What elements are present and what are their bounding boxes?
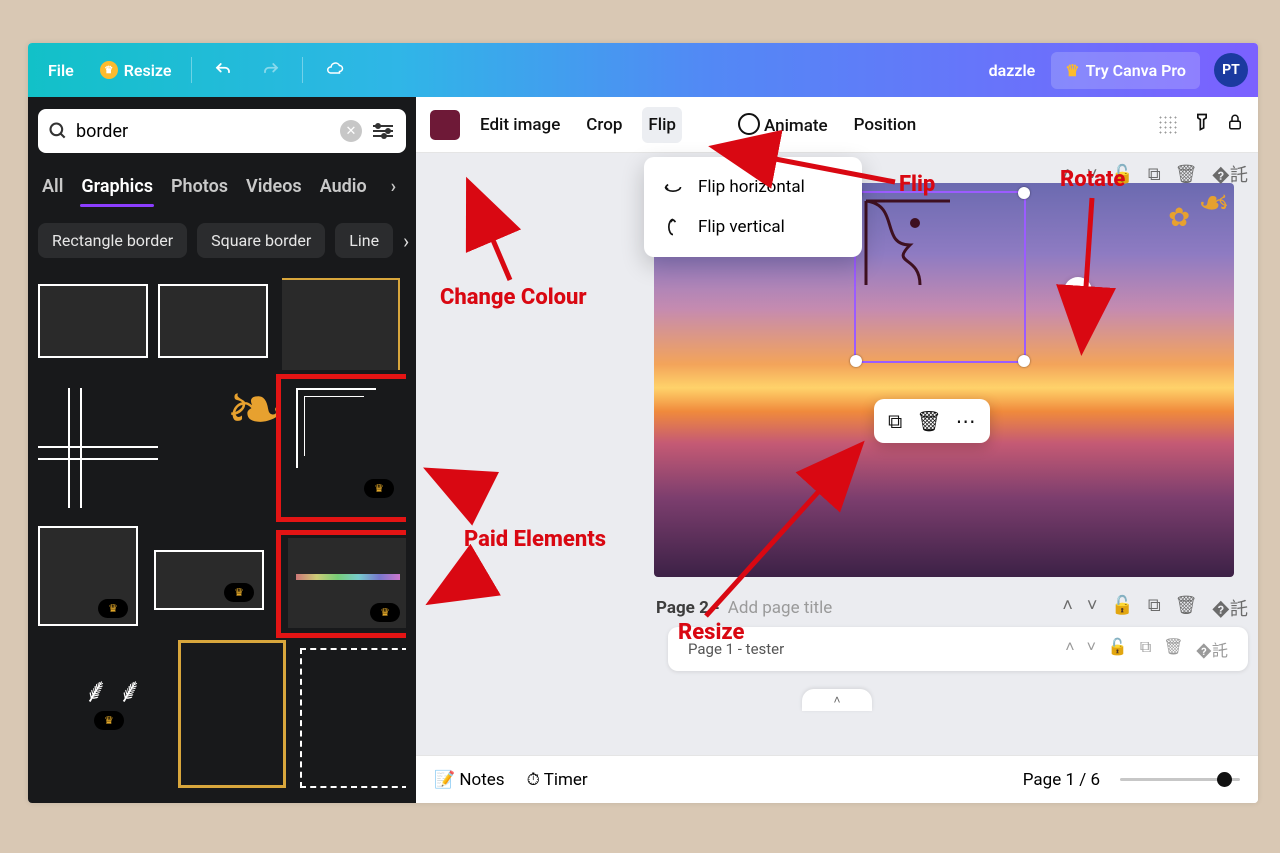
flip-dropdown: Flip horizontal Flip vertical xyxy=(644,157,862,257)
try-pro-button[interactable]: Try Canva Pro xyxy=(1051,52,1200,89)
tab-photos[interactable]: Photos xyxy=(171,176,228,197)
element-thumb[interactable] xyxy=(282,278,400,370)
flip-button[interactable]: Flip xyxy=(642,107,682,143)
avatar[interactable]: PT xyxy=(1214,53,1248,87)
resize-button[interactable]: Resize xyxy=(90,53,182,88)
flip-horizontal-item[interactable]: Flip horizontal xyxy=(644,167,862,207)
element-thumb[interactable] xyxy=(38,526,138,626)
duplicate-icon[interactable]: ⧉ xyxy=(1148,595,1161,621)
add-page-icon[interactable]: �託 xyxy=(1212,161,1248,187)
document-name[interactable]: dazzle xyxy=(979,53,1046,88)
style-copy-icon[interactable] xyxy=(1192,111,1212,138)
add-page-icon[interactable]: �託 xyxy=(1196,637,1228,661)
expand-strip-icon[interactable]: ˄ xyxy=(802,689,872,711)
crown-icon xyxy=(100,61,118,79)
animate-icon xyxy=(738,113,760,135)
divider xyxy=(302,57,303,83)
search-box[interactable]: ✕ xyxy=(38,109,406,153)
annotation-box xyxy=(276,374,406,522)
topbar: File Resize dazzle Try Canva Pro PT xyxy=(28,43,1258,97)
page-up-icon[interactable]: ˄ xyxy=(1065,637,1074,661)
canvas-panel: Edit image Crop Flip Animate Position Fl… xyxy=(416,97,1258,803)
paid-badge-icon xyxy=(98,599,128,618)
elements-grid: ❧ ⸙ ⸙ xyxy=(38,278,406,803)
element-thumb[interactable] xyxy=(154,550,264,610)
pills-more-icon[interactable]: › xyxy=(403,229,409,253)
animate-button[interactable]: Animate xyxy=(732,105,834,144)
filter-icon[interactable] xyxy=(370,125,396,137)
page-up-icon[interactable]: ˄ xyxy=(1062,164,1073,185)
position-button[interactable]: Position xyxy=(848,107,923,143)
page-up-icon[interactable]: ˄ xyxy=(1062,595,1073,621)
divider xyxy=(191,57,192,83)
element-thumb[interactable] xyxy=(158,284,268,358)
lock-icon[interactable] xyxy=(1226,112,1244,137)
cloud-sync-icon[interactable] xyxy=(313,53,357,87)
page-count[interactable]: Page 1 / 6 xyxy=(1023,770,1100,790)
paid-badge-icon xyxy=(224,583,254,602)
notes-button[interactable]: 📝 Notes xyxy=(434,770,505,790)
file-menu[interactable]: File xyxy=(38,53,84,88)
flip-vertical-item[interactable]: Flip vertical xyxy=(644,207,862,247)
page-down-icon[interactable]: ˅ xyxy=(1087,637,1096,661)
tab-audio[interactable]: Audio xyxy=(320,176,367,197)
page-controls: ˄ ˅ 🔓 ⧉ 🗑 �託 xyxy=(1062,161,1248,187)
floating-toolbar: ⧉ 🗑 ⋯ xyxy=(874,399,990,443)
tabs-more-icon[interactable]: › xyxy=(385,173,402,199)
search-input[interactable] xyxy=(76,121,332,142)
category-tabs: All Graphics Photos Videos Audio › xyxy=(42,173,402,199)
undo-button[interactable] xyxy=(202,53,244,87)
element-thumb[interactable]: ❧ xyxy=(166,380,286,500)
tab-videos[interactable]: Videos xyxy=(246,176,302,197)
page-down-icon[interactable]: ˅ xyxy=(1087,595,1098,621)
page-title-input[interactable]: Add page title xyxy=(728,598,832,618)
duplicate-icon[interactable]: ⧉ xyxy=(1140,637,1151,661)
suggestion-pills: Rectangle border Square border Line › xyxy=(38,223,406,258)
add-page-icon[interactable]: �託 xyxy=(1212,595,1248,621)
clear-search-icon[interactable]: ✕ xyxy=(340,120,362,142)
annotation-box xyxy=(276,530,406,638)
tab-graphics[interactable]: Graphics xyxy=(81,176,153,197)
element-thumb[interactable] xyxy=(178,640,286,788)
zoom-slider[interactable] xyxy=(1120,778,1240,781)
ornament-icon: ❧ xyxy=(1198,183,1230,226)
element-thumb[interactable] xyxy=(38,284,148,358)
transparency-icon[interactable] xyxy=(1158,115,1178,135)
delete-icon[interactable]: 🗑 xyxy=(916,409,941,433)
more-icon[interactable]: ⋯ xyxy=(956,409,976,433)
crown-icon xyxy=(1065,61,1079,80)
context-toolbar: Edit image Crop Flip Animate Position xyxy=(416,97,1258,153)
delete-icon[interactable]: 🗑 xyxy=(1175,164,1198,185)
lock-icon[interactable]: 🔓 xyxy=(1111,164,1133,185)
bottom-bar: 📝 Notes ⏱ Timer Page 1 / 6 xyxy=(416,755,1258,803)
pill-line[interactable]: Line xyxy=(335,223,393,258)
crop-button[interactable]: Crop xyxy=(580,107,628,143)
pill-rectangle-border[interactable]: Rectangle border xyxy=(38,223,187,258)
page-thumbnail-strip[interactable]: Page 1 - tester ˄ ˅ 🔓 ⧉ 🗑 �託 xyxy=(668,627,1248,671)
element-thumb[interactable] xyxy=(38,388,158,508)
edit-image-button[interactable]: Edit image xyxy=(474,107,566,143)
delete-icon[interactable]: 🗑 xyxy=(1163,637,1183,661)
paid-badge-icon xyxy=(94,711,124,730)
rotate-handle[interactable]: ⟳ xyxy=(1064,277,1092,305)
lock-icon[interactable]: 🔓 xyxy=(1111,595,1133,621)
delete-icon[interactable]: 🗑 xyxy=(1175,595,1198,621)
element-thumb[interactable] xyxy=(300,648,406,788)
pill-square-border[interactable]: Square border xyxy=(197,223,325,258)
ornament-icon: ✿ xyxy=(1168,203,1190,233)
search-icon xyxy=(48,121,68,141)
element-thumb[interactable]: ⸙ ⸙ xyxy=(38,666,188,736)
duplicate-icon[interactable]: ⧉ xyxy=(888,409,902,433)
redo-button[interactable] xyxy=(250,53,292,87)
lock-icon[interactable]: 🔓 xyxy=(1108,637,1128,661)
tab-all[interactable]: All xyxy=(42,176,63,197)
page-label: Page 2 - xyxy=(656,598,720,618)
timer-button[interactable]: ⏱ Timer xyxy=(527,770,588,790)
selection-box[interactable] xyxy=(854,191,1026,363)
page-down-icon[interactable]: ˅ xyxy=(1087,164,1098,185)
color-swatch[interactable] xyxy=(430,110,460,140)
page-title-row: Page 2 - Add page title ˄ ˅ 🔓 ⧉ 🗑 �託 xyxy=(416,589,1258,621)
elements-panel: ✕ All Graphics Photos Videos Audio › Rec… xyxy=(28,97,416,803)
duplicate-icon[interactable]: ⧉ xyxy=(1148,164,1161,185)
